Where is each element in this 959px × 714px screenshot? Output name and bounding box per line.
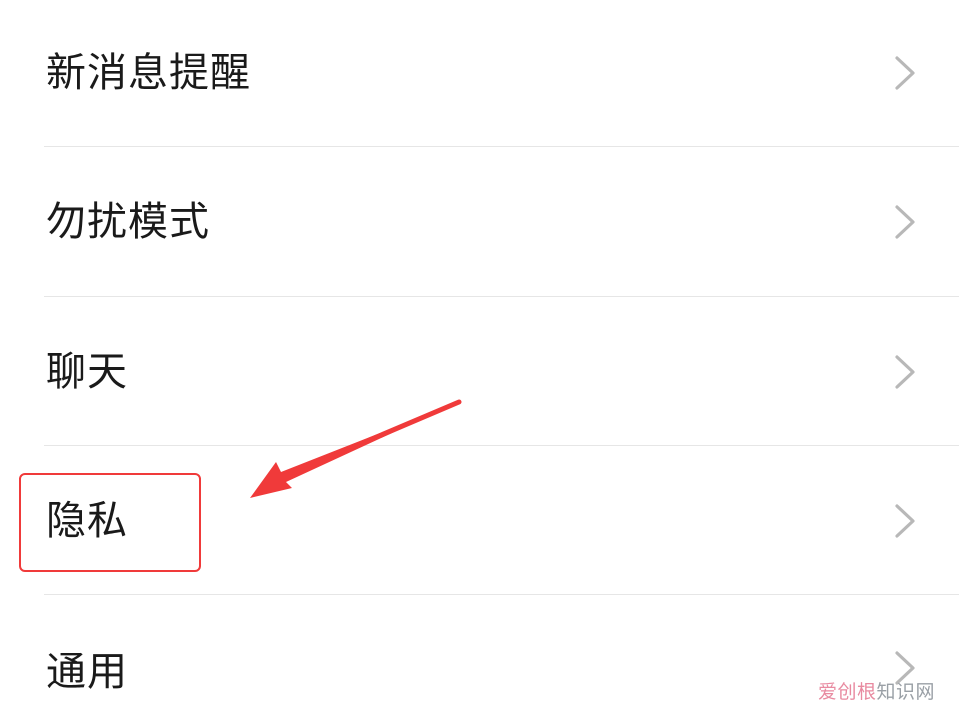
chevron-right-icon bbox=[895, 204, 915, 239]
settings-item-label: 聊天 bbox=[46, 348, 128, 395]
settings-item-general[interactable]: 通用 bbox=[0, 595, 959, 714]
settings-item-label: 通用 bbox=[46, 649, 128, 695]
watermark-accent: 爱创根 bbox=[817, 681, 877, 703]
settings-item-label: 勿扰模式 bbox=[46, 198, 210, 245]
settings-item-do-not-disturb[interactable]: 勿扰模式 bbox=[0, 147, 959, 296]
chevron-right-icon bbox=[895, 503, 915, 538]
settings-item-chat[interactable]: 聊天 bbox=[0, 297, 959, 446]
settings-item-label: 新消息提醒 bbox=[46, 50, 251, 96]
settings-item-new-message-alert[interactable]: 新消息提醒 bbox=[0, 0, 959, 146]
settings-list: 新消息提醒 勿扰模式 聊天 隐私 通用 bbox=[0, 0, 959, 695]
watermark: 爱创根知识网 bbox=[818, 677, 935, 704]
chevron-right-icon bbox=[895, 56, 915, 90]
settings-screen: 新消息提醒 勿扰模式 聊天 隐私 通用 爱创根知识网 bbox=[0, 0, 959, 714]
watermark-rest: 知识网 bbox=[876, 681, 935, 703]
privacy-highlight-box bbox=[19, 473, 201, 572]
chevron-right-icon bbox=[895, 354, 915, 389]
